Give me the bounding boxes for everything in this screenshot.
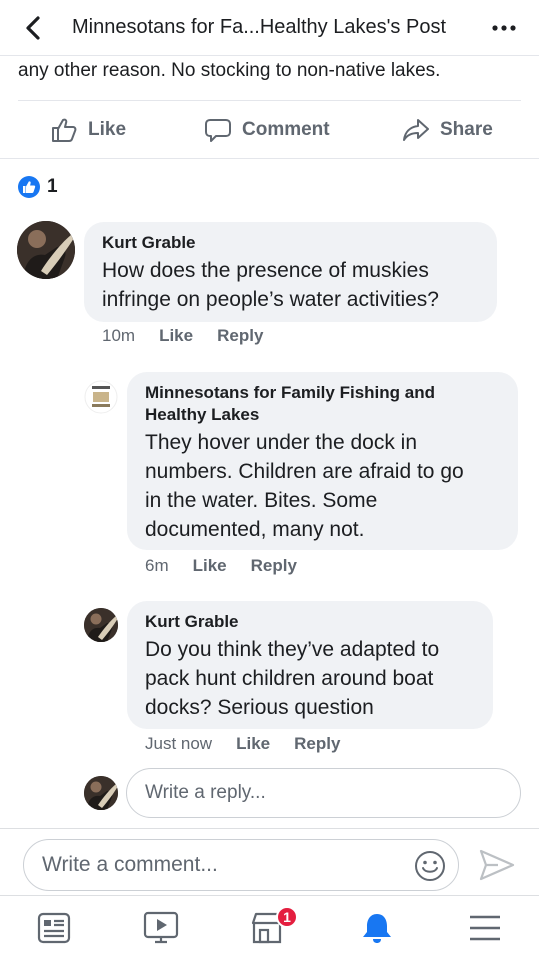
reply-text-line: They hover under the dock in	[145, 431, 417, 454]
comment-reply-link[interactable]: Reply	[217, 326, 263, 346]
comment-label: Comment	[242, 119, 330, 140]
back-arrow-icon[interactable]	[20, 14, 48, 42]
reply-text-line: documented, many not.	[145, 518, 365, 541]
emoji-icon[interactable]	[414, 850, 446, 882]
hamburger-menu-icon	[470, 915, 500, 941]
like-label: Like	[88, 119, 127, 140]
comment-input[interactable]: Write a comment...	[23, 839, 459, 891]
reactions-summary[interactable]: 1	[18, 176, 58, 198]
avatar[interactable]	[84, 608, 118, 642]
reply-author[interactable]: Kurt Grable	[145, 611, 475, 633]
divider	[0, 158, 539, 159]
tab-bar: 1	[0, 895, 539, 960]
page-title: Minnesotans for Fa...Healthy Lakes's Pos…	[72, 16, 446, 38]
comment-text-line: How does the presence of muskies	[102, 259, 429, 282]
reply-text-line: numbers. Children are afraid to go	[145, 460, 464, 483]
post-text: any other reason. No stocking to non-nat…	[18, 60, 441, 81]
reply-input[interactable]: Write a reply...	[126, 768, 521, 818]
reply-text: Do you think they’ve adapted to pack hun…	[145, 635, 475, 722]
comment-meta: 10m Like Reply	[102, 326, 263, 346]
comment-time: 10m	[102, 326, 136, 345]
reply-time: Just now	[145, 734, 213, 753]
tab-notifications[interactable]	[357, 908, 397, 948]
share-label: Share	[440, 119, 493, 140]
reply-meta: Just now Like Reply	[145, 734, 340, 754]
comment-like-link[interactable]: Like	[159, 326, 193, 346]
reply-author-line: Healthy Lakes	[145, 405, 260, 424]
like-reaction-icon	[18, 176, 40, 198]
bottom-area: Write a comment... 1	[0, 828, 539, 960]
reply-author-line: Minnesotans for Family Fishing and	[145, 383, 435, 402]
thumbs-up-icon	[52, 118, 77, 142]
reply-meta: 6m Like Reply	[145, 556, 297, 576]
watch-video-icon	[143, 911, 179, 944]
reply-like-link[interactable]: Like	[193, 556, 227, 576]
reply-author[interactable]: Minnesotans for Family Fishing and Healt…	[145, 382, 500, 426]
like-button[interactable]: Like	[50, 114, 126, 146]
comment-input-placeholder: Write a comment...	[42, 853, 218, 876]
tab-news-feed[interactable]	[34, 908, 74, 948]
reply-bubble[interactable]: Minnesotans for Family Fishing and Healt…	[127, 372, 518, 550]
reply-reply-link[interactable]: Reply	[294, 734, 340, 754]
reply-text-line: pack hunt children around boat	[145, 667, 434, 690]
comment-button[interactable]: Comment	[204, 114, 330, 146]
reply-text-line: docks? Serious question	[145, 696, 374, 719]
comment-icon	[205, 119, 231, 142]
share-icon	[403, 119, 429, 141]
reply-reply-link[interactable]: Reply	[251, 556, 297, 576]
send-icon[interactable]	[478, 847, 516, 883]
comment-text: How does the presence of muskies infring…	[102, 256, 479, 314]
marketplace-badge: 1	[276, 906, 298, 928]
tab-menu[interactable]	[465, 908, 505, 948]
reply-text-line: in the water. Bites. Some	[145, 489, 378, 512]
reply-text: They hover under the dock in numbers. Ch…	[145, 428, 500, 544]
page-avatar[interactable]	[84, 380, 118, 414]
comment-bubble[interactable]: Kurt Grable How does the presence of mus…	[84, 222, 497, 322]
reaction-count: 1	[47, 176, 58, 197]
avatar	[84, 776, 118, 810]
comment-author[interactable]: Kurt Grable	[102, 232, 479, 254]
reply-bubble[interactable]: Kurt Grable Do you think they’ve adapted…	[127, 601, 493, 729]
news-feed-icon	[37, 912, 71, 944]
share-button[interactable]: Share	[402, 114, 493, 146]
avatar[interactable]	[17, 221, 75, 279]
comment-text-line: infringe on people’s water activities?	[102, 288, 439, 311]
reply-like-link[interactable]: Like	[236, 734, 270, 754]
reply-text-line: Do you think they’ve adapted to	[145, 638, 440, 661]
reply-time: 6m	[145, 556, 169, 575]
bell-icon	[363, 914, 391, 943]
top-bar: Minnesotans for Fa...Healthy Lakes's Pos…	[0, 0, 539, 56]
more-options-icon[interactable]	[491, 18, 517, 38]
divider	[18, 100, 521, 101]
tab-watch[interactable]	[141, 908, 181, 948]
